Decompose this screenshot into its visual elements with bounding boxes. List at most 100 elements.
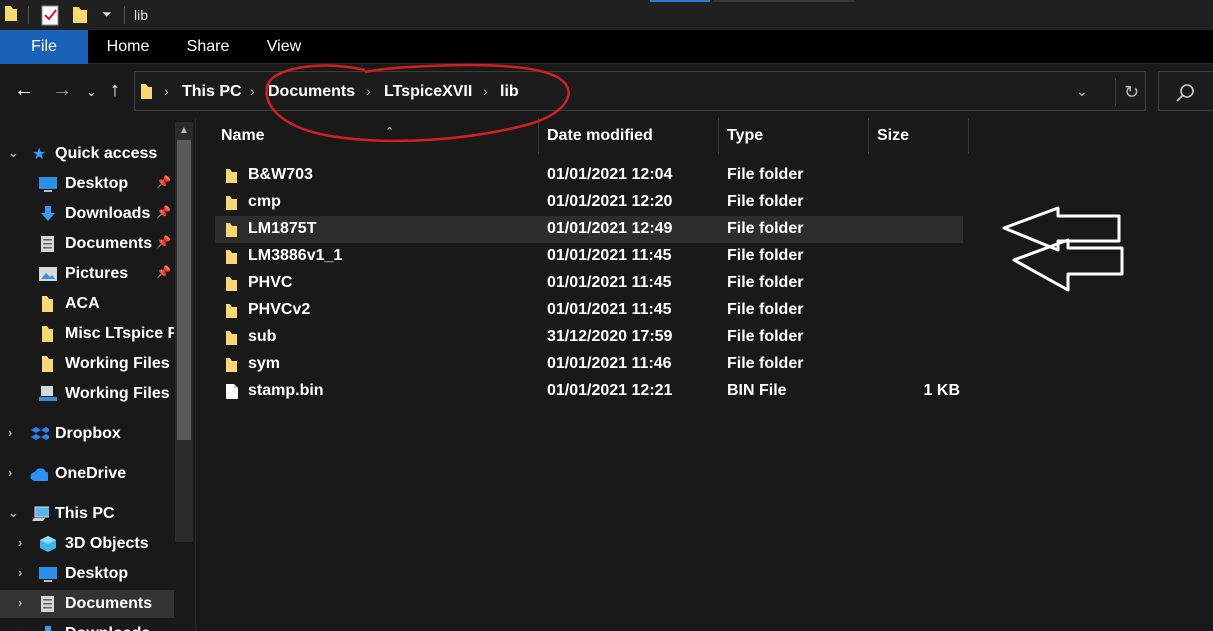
nav-this-pc-item[interactable]: › Desktop <box>0 560 174 588</box>
up-button[interactable]: ↑ <box>110 80 120 100</box>
file-row[interactable]: cmp 01/01/2021 12:20 File folder <box>215 189 963 216</box>
expand-chevron-icon[interactable]: › <box>18 625 30 631</box>
breadcrumb-ltspicexvii[interactable]: LTspiceXVII <box>384 83 472 101</box>
breadcrumb-lib[interactable]: lib <box>500 83 519 101</box>
address-bar[interactable]: › This PC › Documents › LTspiceXVII › li… <box>134 71 1146 111</box>
expand-chevron-icon[interactable]: › <box>18 535 30 550</box>
file-row[interactable]: B&W703 01/01/2021 12:04 File folder <box>215 162 963 189</box>
nav-quick-access-item[interactable]: Desktop 📌 <box>0 170 174 198</box>
file-date: 01/01/2021 11:45 <box>547 301 672 318</box>
file-row[interactable]: LM3886v1_1 01/01/2021 11:45 File folder <box>215 243 963 270</box>
refresh-icon[interactable]: ↻ <box>1115 78 1147 106</box>
file-name: B&W703 <box>248 166 313 183</box>
file-row[interactable]: PHVC 01/01/2021 11:45 File folder <box>215 270 963 297</box>
nav-label: Pictures <box>65 265 129 282</box>
nav-label: 3D Objects <box>65 535 149 552</box>
nav-quick-access-item[interactable]: Downloads 📌 <box>0 200 174 228</box>
back-button[interactable]: ← <box>14 80 34 100</box>
search-icon <box>1176 84 1194 102</box>
star-icon: ★ <box>32 146 47 163</box>
nav-scrollbar-thumb[interactable] <box>177 140 191 440</box>
file-name: sym <box>248 355 281 372</box>
computer-icon <box>32 506 49 521</box>
search-box[interactable] <box>1158 71 1213 111</box>
pin-icon: 📌 <box>156 235 171 249</box>
file-date: 31/12/2020 17:59 <box>547 328 673 345</box>
expand-chevron-icon[interactable]: › <box>18 565 30 580</box>
folder-icon <box>42 326 53 342</box>
properties-icon[interactable] <box>40 3 62 27</box>
expand-chevron-icon[interactable]: › <box>8 425 20 440</box>
column-header-size[interactable]: Size <box>869 118 969 154</box>
file-date: 01/01/2021 11:46 <box>547 355 672 372</box>
address-history-dropdown[interactable]: ⌄ <box>1076 83 1088 100</box>
nav-label: Documents <box>65 235 153 252</box>
file-date: 01/01/2021 12:21 <box>547 382 673 399</box>
breadcrumb-chevron-icon[interactable]: › <box>366 83 371 99</box>
breadcrumb-chevron-icon[interactable]: › <box>250 83 255 99</box>
breadcrumb-chevron-icon[interactable]: › <box>164 83 169 99</box>
file-row[interactable]: sym 01/01/2021 11:46 File folder <box>215 351 963 378</box>
file-name: PHVC <box>248 274 293 291</box>
new-folder-icon[interactable] <box>72 4 88 24</box>
file-row[interactable]: stamp.bin 01/01/2021 12:21 BIN File 1 KB <box>215 378 963 405</box>
nav-onedrive[interactable]: › OneDrive <box>0 460 174 488</box>
nav-quick-access[interactable]: ⌄ ★ Quick access <box>0 140 174 168</box>
nav-label: This PC <box>55 505 115 522</box>
folder-icon <box>42 356 53 372</box>
recent-locations-button[interactable]: ⌄ <box>86 82 97 102</box>
nav-quick-access-item[interactable]: Working Files <box>0 350 174 378</box>
column-header-date[interactable]: Date modified <box>539 118 719 154</box>
folder-icon <box>42 296 53 312</box>
file-date: 01/01/2021 12:20 <box>547 193 673 210</box>
nav-quick-access-item[interactable]: Working Files <box>0 380 174 408</box>
file-list-pane: Name ⌃ Date modified Type Size B&W703 01/… <box>197 118 1213 631</box>
nav-label: Desktop <box>65 565 129 582</box>
nav-quick-access-item[interactable]: ACA <box>0 290 174 318</box>
nav-this-pc[interactable]: ⌄ This PC <box>0 500 174 528</box>
nav-dropbox[interactable]: › Dropbox <box>0 420 174 448</box>
scroll-up-icon[interactable]: ▲ <box>175 122 193 140</box>
tab-share[interactable]: Share <box>178 30 238 64</box>
pin-icon: 📌 <box>156 265 171 279</box>
file-type: File folder <box>727 301 804 318</box>
separator <box>28 6 29 24</box>
file-date: 01/01/2021 12:04 <box>547 166 673 183</box>
download-icon <box>45 626 51 631</box>
folder-icon <box>226 331 237 345</box>
tab-view[interactable]: View <box>258 30 310 64</box>
tab-home[interactable]: Home <box>98 30 158 64</box>
nav-label: Working Files <box>65 355 170 372</box>
column-header-name[interactable]: Name ⌃ <box>213 118 539 154</box>
breadcrumb-this-pc[interactable]: This PC <box>182 83 242 101</box>
expand-chevron-icon[interactable]: › <box>18 595 30 610</box>
column-label: Name <box>221 127 265 144</box>
expand-chevron-icon[interactable]: ⌄ <box>8 145 20 161</box>
file-row[interactable]: LM1875T 01/01/2021 12:49 File folder <box>215 216 963 243</box>
dropbox-icon <box>31 427 49 440</box>
desktop-icon <box>39 567 57 582</box>
expand-chevron-icon[interactable]: › <box>8 465 20 480</box>
nav-this-pc-item[interactable]: › 3D Objects <box>0 530 174 558</box>
customize-toolbar-dropdown[interactable]: ⏷ <box>102 7 112 22</box>
column-header-type[interactable]: Type <box>719 118 869 154</box>
folder-icon <box>141 84 152 99</box>
file-date: 01/01/2021 12:49 <box>547 220 673 237</box>
breadcrumb-chevron-icon[interactable]: › <box>483 83 488 99</box>
nav-quick-access-item[interactable]: Pictures 📌 <box>0 260 174 288</box>
expand-chevron-icon[interactable]: ⌄ <box>8 505 20 521</box>
breadcrumb-documents[interactable]: Documents <box>268 83 355 101</box>
file-type: File folder <box>727 193 804 210</box>
file-row[interactable]: PHVCv2 01/01/2021 11:45 File folder <box>215 297 963 324</box>
folder-icon <box>226 358 237 372</box>
file-row[interactable]: sub 31/12/2020 17:59 File folder <box>215 324 963 351</box>
nav-this-pc-item[interactable]: › Downloads <box>0 620 174 631</box>
nav-quick-access-item[interactable]: Documents 📌 <box>0 230 174 258</box>
tab-file[interactable]: File <box>0 30 88 64</box>
file-name: stamp.bin <box>248 382 324 399</box>
nav-quick-access-item[interactable]: Misc LTspice F <box>0 320 174 348</box>
forward-button[interactable]: → <box>52 80 72 100</box>
titlebar-accent <box>714 0 854 2</box>
nav-this-pc-item[interactable]: › Documents <box>0 590 174 618</box>
3d-objects-icon <box>40 536 56 552</box>
